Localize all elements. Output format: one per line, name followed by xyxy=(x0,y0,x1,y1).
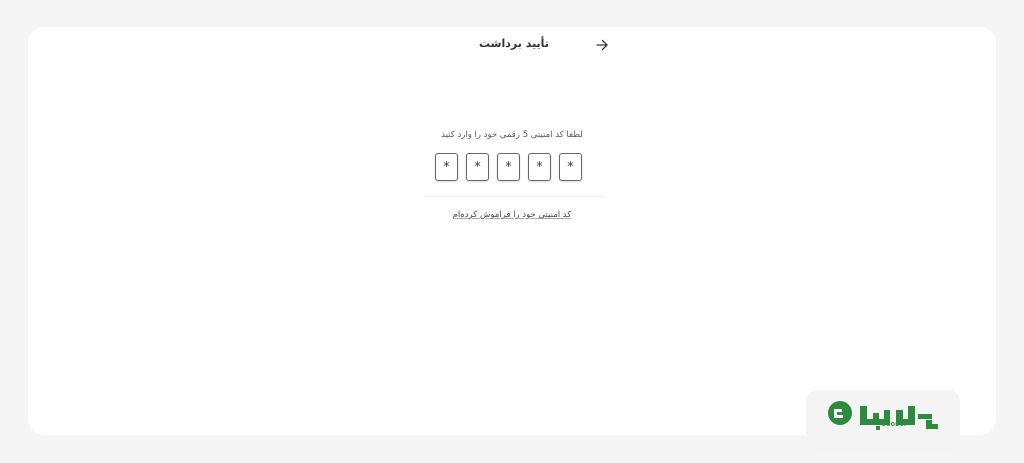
page-title: تأیید برداشت xyxy=(479,37,549,50)
pin-digit-2[interactable]: * xyxy=(466,153,489,181)
forgot-pin-link[interactable]: کد امنیتی خود را فراموش کرده‌ام xyxy=(412,210,612,220)
header: تأیید برداشت xyxy=(28,27,996,63)
divider xyxy=(425,196,605,197)
pin-digit-3[interactable]: * xyxy=(497,153,520,181)
pin-digit-5[interactable]: * xyxy=(559,153,582,181)
arrow-right-icon xyxy=(596,39,608,51)
back-button[interactable] xyxy=(591,35,613,55)
pin-input-row: * * * * * xyxy=(435,153,595,183)
brand-logo-card: BOODUP xyxy=(806,390,960,450)
app-frame: تأیید برداشت لطفا کد امنیتی 5 رقمی خود ر… xyxy=(28,27,996,435)
pin-digit-1[interactable]: * xyxy=(435,153,458,181)
brand-caption: BOODUP xyxy=(882,422,908,428)
pin-digit-4[interactable]: * xyxy=(528,153,551,181)
pin-prompt: لطفا کد امنیتی 5 رقمی خود را وارد کنید xyxy=(441,130,583,140)
